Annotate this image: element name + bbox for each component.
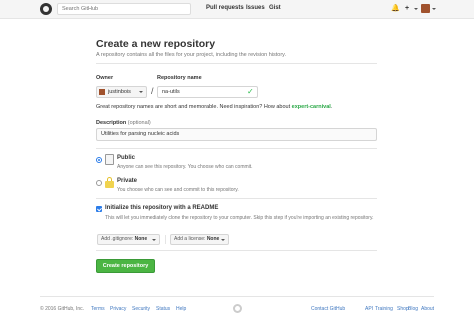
site-header: Pull requests Issues Gist 🔔 + <box>0 0 474 19</box>
footer-link-status[interactable]: Status <box>156 306 170 312</box>
github-logo-icon[interactable] <box>40 3 52 15</box>
create-repository-button[interactable]: Create repository <box>96 259 155 273</box>
slash-separator: / <box>151 86 154 96</box>
chevron-down-icon[interactable] <box>414 8 418 10</box>
plus-icon[interactable]: + <box>405 4 409 14</box>
footer-link-terms[interactable]: Terms <box>91 306 105 312</box>
footer-link-api[interactable]: API <box>365 306 373 312</box>
avatar[interactable] <box>421 4 430 13</box>
footer-link-help[interactable]: Help <box>176 306 186 312</box>
nav-issues[interactable]: Issues <box>246 5 265 11</box>
description-input[interactable]: Utilities for parsing nucleic acids <box>96 128 377 141</box>
readme-checkbox[interactable] <box>96 206 102 212</box>
chevron-down-icon[interactable] <box>432 8 436 10</box>
owner-value: justinbois <box>108 89 131 95</box>
hint-text: Great repository names are short and mem… <box>96 104 292 110</box>
public-title[interactable]: Public <box>117 155 135 161</box>
private-radio[interactable] <box>96 180 102 186</box>
public-radio[interactable] <box>96 157 102 163</box>
license-label: Add a license: <box>174 236 206 242</box>
github-mark-icon[interactable] <box>233 304 242 313</box>
footer-link-privacy[interactable]: Privacy <box>110 306 126 312</box>
chevron-down-icon <box>221 239 225 241</box>
page-title: Create a new repository <box>96 38 216 50</box>
check-icon: ✓ <box>247 87 254 96</box>
search-input[interactable] <box>57 3 191 15</box>
footer-link-security[interactable]: Security <box>132 306 150 312</box>
footer-link-contact[interactable]: Contact GitHub <box>311 306 345 312</box>
readme-title[interactable]: Initialize this repository with a README <box>105 205 218 211</box>
private-description: You choose who can see and commit to thi… <box>117 187 239 193</box>
name-suggestion-link[interactable]: expert-carnival <box>292 104 331 110</box>
gitignore-select[interactable]: Add .gitignore: None <box>97 234 160 245</box>
nav-pull-requests[interactable]: Pull requests <box>206 5 244 11</box>
gitignore-label: Add .gitignore: <box>101 236 134 242</box>
gitignore-value: None <box>134 236 148 242</box>
description-label: Description (optional) <box>96 120 151 126</box>
private-title[interactable]: Private <box>117 178 137 184</box>
divider <box>96 250 377 251</box>
bell-icon[interactable]: 🔔 <box>391 4 400 14</box>
owner-select[interactable]: justinbois <box>96 86 147 98</box>
owner-label: Owner <box>96 75 114 81</box>
footer-link-shop[interactable]: Shop <box>397 306 409 312</box>
repo-name-input[interactable]: na-utils <box>157 86 258 98</box>
divider <box>96 148 377 149</box>
optional-tag: (optional) <box>127 120 151 126</box>
hint-end: . <box>330 104 333 110</box>
readme-description: This will let you immediately clone the … <box>105 215 374 221</box>
license-value: None <box>206 236 220 242</box>
footer-link-training[interactable]: Training <box>375 306 393 312</box>
description-label-text: Description <box>96 120 127 126</box>
chevron-down-icon <box>152 239 156 241</box>
chevron-down-icon <box>139 91 143 93</box>
divider <box>96 198 377 199</box>
nav-gist[interactable]: Gist <box>269 5 281 11</box>
page-subtitle: A repository contains all the files for … <box>96 52 287 58</box>
footer-link-blog[interactable]: Blog <box>408 306 418 312</box>
lock-icon <box>105 177 114 188</box>
owner-avatar <box>99 89 105 95</box>
footer-link-about[interactable]: About <box>421 306 434 312</box>
public-description: Anyone can see this repository. You choo… <box>117 164 253 170</box>
divider <box>96 63 377 64</box>
footer-divider <box>40 296 434 297</box>
divider <box>165 235 166 244</box>
name-hint: Great repository names are short and mem… <box>96 104 332 110</box>
footer-copyright: © 2016 GitHub, Inc. <box>40 306 84 312</box>
repo-name-label: Repository name <box>157 75 202 81</box>
license-select[interactable]: Add a license: None <box>170 234 229 245</box>
repo-book-icon <box>105 154 114 165</box>
